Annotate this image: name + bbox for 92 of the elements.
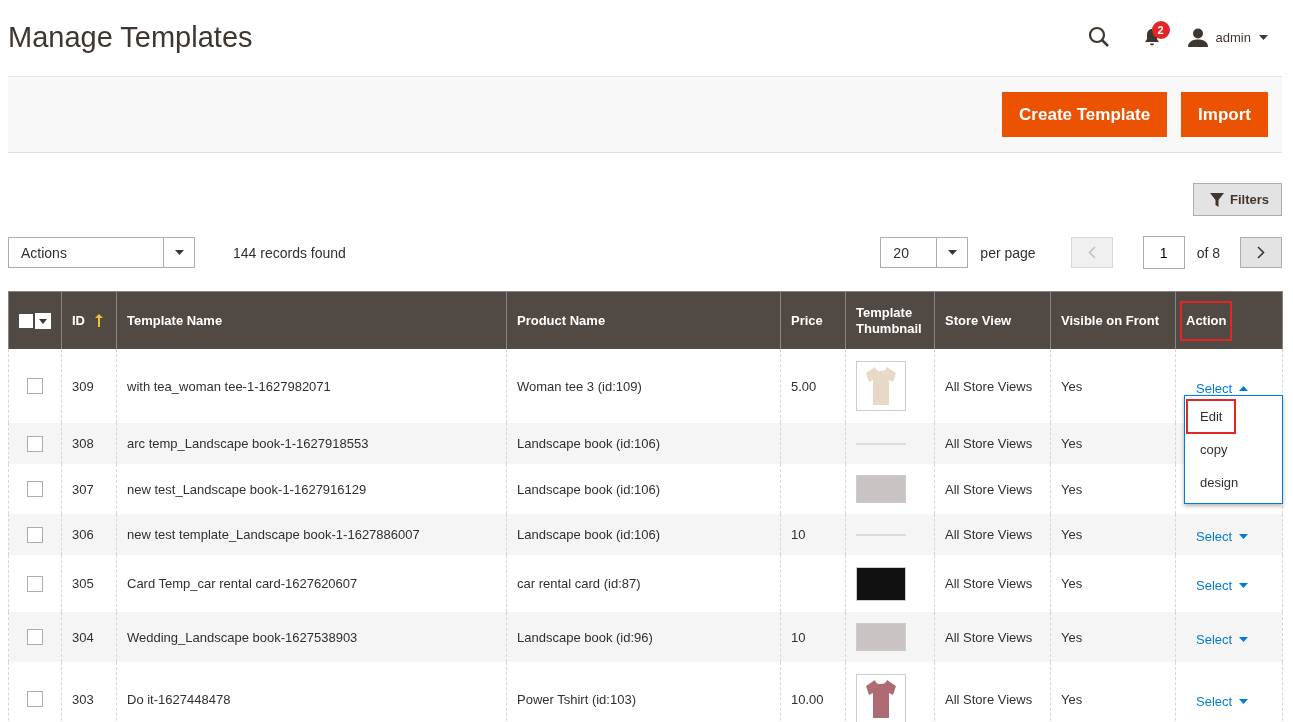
- table-cell: All Store Views: [945, 629, 1033, 645]
- column-header[interactable]: Product Name: [517, 312, 606, 329]
- user-menu-button[interactable]: admin: [1187, 27, 1268, 47]
- table-cell: Landscape book (id:106): [517, 436, 661, 451]
- table-cell: 308: [72, 436, 94, 451]
- select-action-link[interactable]: Select: [1196, 380, 1249, 396]
- table-cell: new test template_Landscape book-1-1627886007: [127, 527, 420, 542]
- table-cell: with tea_woman tee-1-1627982071: [127, 378, 331, 394]
- table-cell: 307: [72, 481, 94, 497]
- caret-icon: [1239, 636, 1249, 642]
- page-number-field[interactable]: 1: [1142, 236, 1185, 269]
- table-cell: Yes: [1061, 527, 1083, 542]
- row-checkbox[interactable]: [27, 526, 43, 543]
- table-cell: 305: [72, 576, 94, 591]
- table-cell: All Store Views: [945, 378, 1033, 394]
- table-cell: Woman tee 3 (id:109): [517, 378, 642, 394]
- table-cell: All Store Views: [945, 527, 1033, 542]
- thumbnail-image: [856, 674, 906, 722]
- table-cell: 309: [72, 378, 94, 394]
- user-icon: [1187, 27, 1208, 47]
- caret-icon: [1239, 385, 1249, 391]
- filters-button[interactable]: Filters: [1193, 183, 1282, 216]
- column-header[interactable]: Price: [791, 312, 823, 329]
- table-cell: 303: [72, 691, 94, 707]
- notification-count: 2: [1151, 21, 1170, 39]
- row-checkbox[interactable]: [27, 575, 43, 592]
- search-icon[interactable]: [1087, 26, 1110, 48]
- column-header[interactable]: Template Name: [127, 312, 223, 329]
- table-cell: arc temp_Landscape book-1-1627918553: [127, 436, 369, 451]
- table-cell: Card Temp_car rental card-1627620607: [127, 576, 358, 591]
- caret-icon: [1239, 583, 1249, 588]
- table-cell: Power Tshirt (id:103): [517, 691, 636, 707]
- select-all-dropdown[interactable]: [19, 312, 51, 329]
- table-cell: 10: [791, 527, 806, 542]
- menu-item[interactable]: design: [1188, 467, 1251, 498]
- thumbnail-image: [856, 361, 906, 411]
- caret-icon: [1239, 534, 1249, 539]
- page-count: of 8: [1196, 244, 1220, 261]
- table-cell: All Store Views: [945, 691, 1033, 707]
- select-action-link[interactable]: Select: [1196, 578, 1249, 593]
- table-cell: 10.00: [791, 691, 824, 707]
- table-cell: 304: [72, 629, 94, 645]
- table-cell: 5.00: [791, 378, 817, 394]
- table-cell: All Store Views: [945, 436, 1033, 451]
- funnel-icon: [1210, 192, 1224, 207]
- column-header[interactable]: Store View: [945, 312, 1012, 329]
- row-checkbox[interactable]: [27, 629, 43, 645]
- table-cell: 306: [72, 527, 94, 542]
- row-checkbox[interactable]: [27, 691, 43, 707]
- table-cell: 10: [791, 629, 806, 645]
- chevron-right-icon: [1257, 246, 1265, 259]
- row-checkbox[interactable]: [27, 378, 43, 394]
- per-page-dropdown[interactable]: 20: [880, 237, 969, 268]
- mass-actions-dropdown[interactable]: Actions: [8, 237, 195, 268]
- menu-item[interactable]: Edit: [1188, 401, 1235, 432]
- next-page-button[interactable]: [1240, 237, 1282, 268]
- chevron-left-icon: [1087, 246, 1096, 259]
- page-title: Manage Templates: [8, 20, 254, 54]
- sort-up-arrow-icon[interactable]: [95, 314, 103, 328]
- table-cell: Landscape book (id:96): [517, 629, 653, 645]
- thumbnail-image: [856, 566, 906, 601]
- table-cell: All Store Views: [945, 576, 1033, 591]
- table-cell: Yes: [1061, 691, 1083, 707]
- row-checkbox[interactable]: [27, 481, 43, 497]
- table-cell: Yes: [1061, 378, 1083, 394]
- table-cell: Yes: [1061, 576, 1083, 591]
- table-cell: Landscape book (id:106): [517, 481, 661, 497]
- table-cell: Yes: [1061, 436, 1083, 451]
- page-action-button[interactable]: Create Template: [1002, 92, 1168, 137]
- table-cell: Landscape book (id:106): [517, 527, 661, 542]
- caret-icon: [174, 250, 184, 255]
- table-cell: Yes: [1061, 629, 1083, 645]
- column-header[interactable]: ID: [72, 312, 85, 329]
- select-action-link[interactable]: Select: [1196, 693, 1249, 709]
- select-action-link[interactable]: Select: [1196, 631, 1249, 647]
- per-page-label: per page: [980, 244, 1036, 261]
- caret-icon: [1259, 34, 1268, 40]
- row-checkbox[interactable]: [27, 435, 43, 452]
- records-count: 144 records found: [233, 244, 347, 261]
- table-cell: All Store Views: [945, 481, 1033, 497]
- table-cell: Yes: [1061, 481, 1083, 497]
- select-action-link[interactable]: Select: [1196, 529, 1249, 544]
- thumbnail-image: [856, 475, 906, 503]
- caret-icon: [947, 250, 957, 255]
- table-cell: Do it-1627448478: [127, 691, 231, 707]
- thumbnail-image: [856, 623, 906, 651]
- table-cell: Wedding_Landscape book-1627538903: [127, 629, 358, 645]
- menu-item[interactable]: copy: [1188, 434, 1240, 465]
- table-cell: new test_Landscape book-1-1627916129: [127, 481, 367, 497]
- caret-icon: [1239, 698, 1249, 704]
- page-action-button[interactable]: Import: [1181, 92, 1268, 137]
- table-cell: car rental card (id:87): [517, 576, 641, 591]
